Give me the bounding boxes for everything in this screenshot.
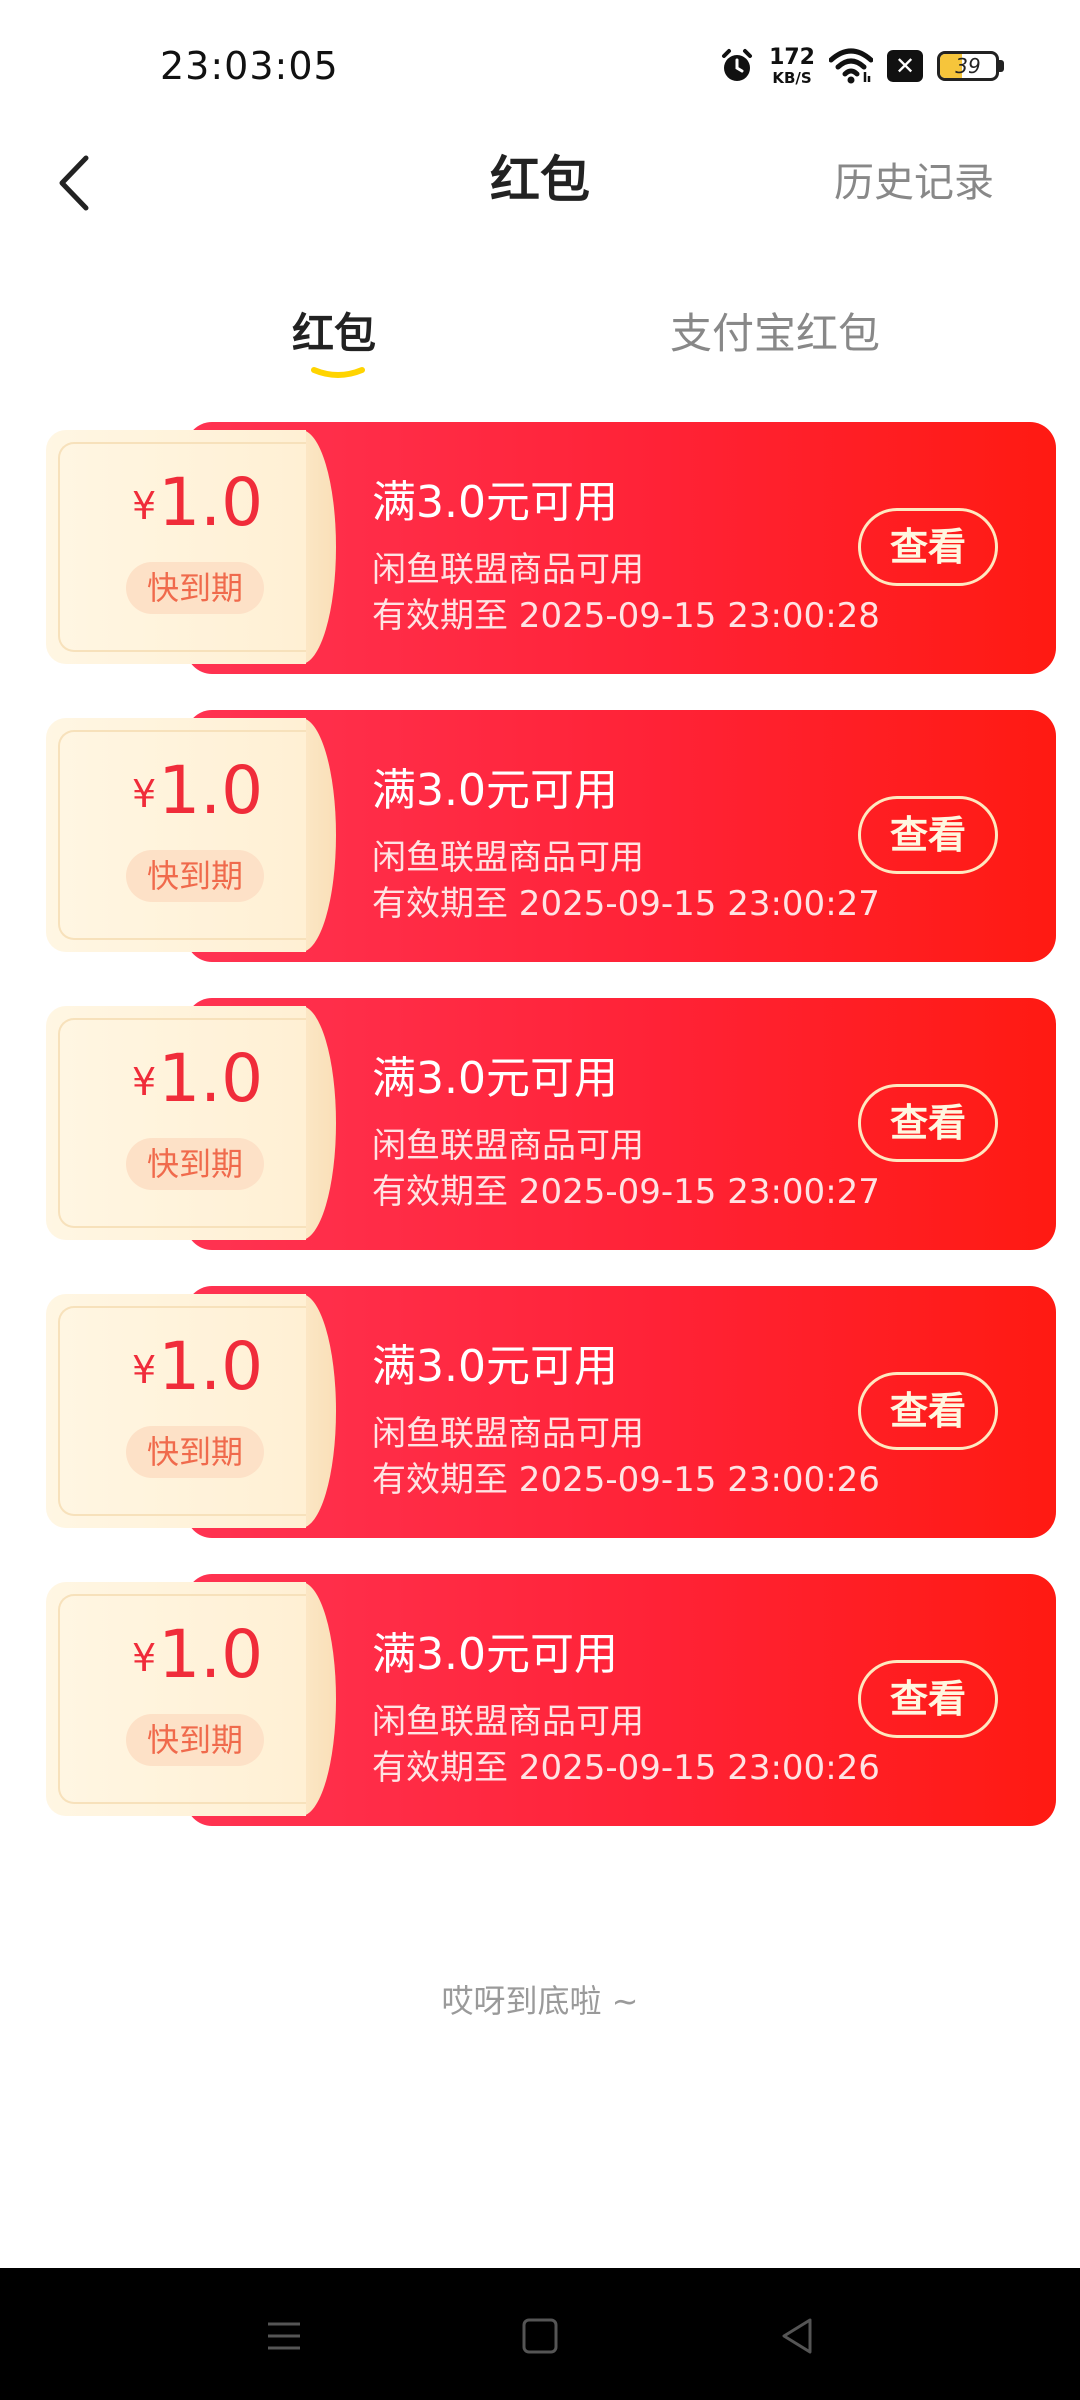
coupon-scope: 闲鱼联盟商品可用: [372, 1126, 644, 1166]
coupon-expiry: 有效期至 2025-09-15 23:00:28: [372, 596, 880, 636]
tab-hongbao[interactable]: 红包: [292, 300, 376, 361]
close-box-icon: ✕: [887, 50, 923, 82]
coupon-condition: 满3.0元可用: [372, 1341, 618, 1392]
coupon-condition: 满3.0元可用: [372, 477, 618, 528]
coupon-amount-value: 1.0: [158, 1040, 264, 1117]
tab-bar: 红包 支付宝红包: [0, 300, 1080, 390]
tab-active-underline: [311, 367, 365, 378]
header: 红包 历史记录: [0, 130, 1080, 240]
back-triangle-icon[interactable]: [776, 2314, 820, 2358]
coupon-amount: ¥1.0: [132, 1046, 263, 1112]
status-bar: 23:03:05 172 KB/S ✕ 39: [0, 0, 1080, 130]
battery-icon: 39: [937, 51, 999, 81]
coupon-expiry: 有效期至 2025-09-15 23:00:26: [372, 1748, 880, 1788]
coupon-amount-value: 1.0: [158, 1328, 264, 1405]
home-square-icon[interactable]: [518, 2314, 562, 2358]
coupon-card[interactable]: ¥1.0 快到期 满3.0元可用闲鱼联盟商品可用有效期至 2025-09-15 23…: [46, 1284, 1056, 1540]
view-button[interactable]: 查看: [858, 1660, 998, 1738]
coupon-expiry: 有效期至 2025-09-15 23:00:26: [372, 1460, 880, 1500]
expiring-soon-badge: 快到期: [126, 1426, 264, 1478]
coupon-card[interactable]: ¥1.0 快到期 满3.0元可用闲鱼联盟商品可用有效期至 2025-09-15 23…: [46, 996, 1056, 1252]
expiring-soon-badge: 快到期: [126, 1138, 264, 1190]
coupon-expiry: 有效期至 2025-09-15 23:00:27: [372, 1172, 880, 1212]
expiring-soon-badge: 快到期: [126, 562, 264, 614]
battery: 39: [937, 51, 1004, 81]
alarm-icon: [722, 49, 753, 81]
coupon-amount: ¥1.0: [132, 758, 263, 824]
history-link[interactable]: 历史记录: [834, 150, 994, 208]
currency-symbol: ¥: [132, 1060, 157, 1104]
system-nav-bar: [0, 2268, 1080, 2400]
end-of-list-text: 哎呀到底啦 ~: [441, 1982, 639, 2020]
coupon-card[interactable]: ¥1.0 快到期 满3.0元可用闲鱼联盟商品可用有效期至 2025-09-15 23…: [46, 1572, 1056, 1828]
tab-alipay-hongbao[interactable]: 支付宝红包: [670, 300, 880, 361]
net-speed-value: 172: [769, 44, 815, 70]
coupon-amount: ¥1.0: [132, 1334, 263, 1400]
coupon-card[interactable]: ¥1.0 快到期 满3.0元可用闲鱼联盟商品可用有效期至 2025-09-15 23…: [46, 420, 1056, 676]
coupon-amount-value: 1.0: [158, 752, 264, 829]
view-button[interactable]: 查看: [858, 796, 998, 874]
coupon-amount: ¥1.0: [132, 1622, 263, 1688]
net-speed: 172 KB/S: [769, 44, 815, 87]
view-button[interactable]: 查看: [858, 508, 998, 586]
battery-percent: 39: [955, 54, 981, 78]
coupon-scope: 闲鱼联盟商品可用: [372, 1702, 644, 1742]
battery-cap: [999, 60, 1004, 72]
currency-symbol: ¥: [132, 1636, 157, 1680]
coupon-condition: 满3.0元可用: [372, 765, 618, 816]
coupon-scope: 闲鱼联盟商品可用: [372, 838, 644, 878]
coupon-scope: 闲鱼联盟商品可用: [372, 550, 644, 590]
coupon-amount-value: 1.0: [158, 1616, 264, 1693]
coupon-condition: 满3.0元可用: [372, 1629, 618, 1680]
status-icons: 172 KB/S ✕ 39: [719, 42, 1004, 90]
menu-icon[interactable]: [262, 2314, 306, 2358]
coupon-scope: 闲鱼联盟商品可用: [372, 1414, 644, 1454]
coupon-card[interactable]: ¥1.0 快到期 满3.0元可用闲鱼联盟商品可用有效期至 2025-09-15 23…: [46, 708, 1056, 964]
currency-symbol: ¥: [132, 772, 157, 816]
coupon-amount-value: 1.0: [158, 464, 264, 541]
status-time: 23:03:05: [160, 44, 339, 88]
view-button[interactable]: 查看: [858, 1372, 998, 1450]
coupon-expiry: 有效期至 2025-09-15 23:00:27: [372, 884, 880, 924]
wifi-icon: [829, 48, 873, 84]
currency-symbol: ¥: [132, 1348, 157, 1392]
expiring-soon-badge: 快到期: [126, 850, 264, 902]
net-speed-unit: KB/S: [772, 68, 812, 87]
expiring-soon-badge: 快到期: [126, 1714, 264, 1766]
coupon-condition: 满3.0元可用: [372, 1053, 618, 1104]
coupon-amount: ¥1.0: [132, 470, 263, 536]
currency-symbol: ¥: [132, 484, 157, 528]
view-button[interactable]: 查看: [858, 1084, 998, 1162]
